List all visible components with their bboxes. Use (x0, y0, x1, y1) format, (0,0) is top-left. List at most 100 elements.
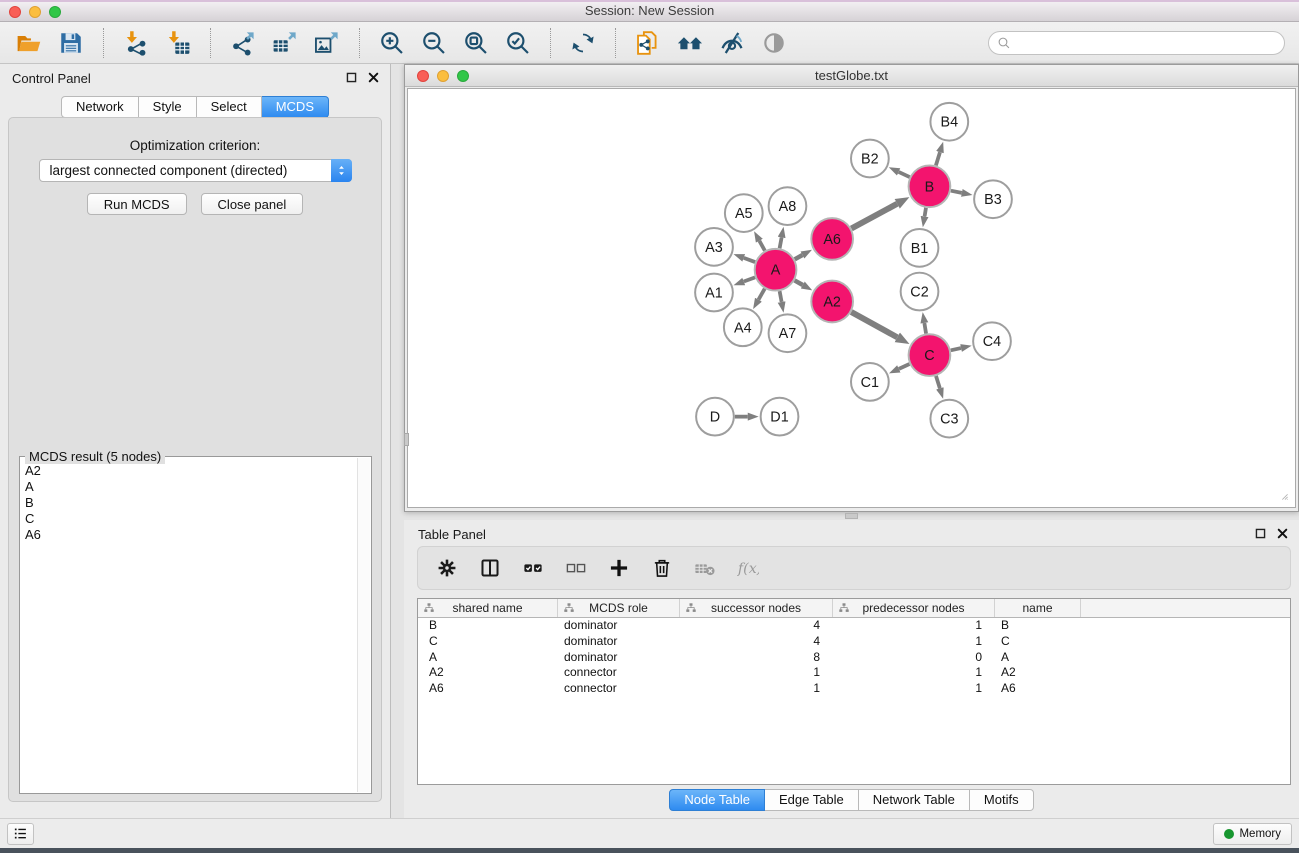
import-table-button[interactable] (159, 26, 197, 60)
mcds-result-item[interactable]: A2 (25, 463, 357, 479)
table-cell[interactable]: A2 (418, 665, 558, 681)
column-header-shared-name[interactable]: shared name (418, 599, 558, 617)
minimize-network-window-button[interactable] (437, 70, 449, 82)
graph-edge-B-B4[interactable] (936, 152, 940, 165)
table-cell[interactable]: connector (558, 665, 680, 681)
zoom-in-button[interactable] (373, 26, 411, 60)
graph-edge-C-C4[interactable] (951, 348, 961, 350)
graph-node-A6[interactable]: A6 (811, 218, 853, 260)
graph-edge-A-A7[interactable] (780, 291, 782, 302)
network-graph[interactable]: B4 B2 B B3 A5 A8 A6 B1 A3 A C2 A1 A2 (408, 89, 1295, 507)
column-header-predecessor-nodes[interactable]: predecessor nodes (833, 599, 995, 617)
graph-node-C[interactable]: C (909, 334, 951, 376)
graph-edge-A-A2[interactable] (795, 280, 803, 285)
table-cell[interactable]: A (995, 650, 1081, 666)
network-canvas[interactable]: B4 B2 B B3 A5 A8 A6 B1 A3 A C2 A1 A2 (407, 88, 1296, 508)
table-cell[interactable]: 4 (680, 618, 833, 634)
delete-button[interactable] (647, 553, 677, 583)
table-cell[interactable]: B (418, 618, 558, 634)
close-network-window-button[interactable] (417, 70, 429, 82)
mcds-result-item[interactable]: A6 (25, 527, 357, 543)
tab-select[interactable]: Select (197, 96, 262, 118)
table-cell[interactable]: 1 (833, 681, 995, 697)
graph-node-A[interactable]: A (755, 249, 797, 291)
home-button[interactable] (671, 26, 709, 60)
table-row[interactable]: A6connector11A6 (418, 681, 1290, 697)
table-settings-button[interactable] (432, 553, 462, 583)
graph-edge-B-B2[interactable] (899, 172, 910, 177)
graph-edge-A-A5[interactable] (759, 241, 764, 251)
resize-grip-icon[interactable] (1280, 492, 1294, 506)
graph-node-A8[interactable]: A8 (769, 187, 807, 225)
table-cell[interactable]: dominator (558, 650, 680, 666)
search-input[interactable] (988, 31, 1285, 55)
zoom-out-button[interactable] (415, 26, 453, 60)
result-scrollbar[interactable] (357, 458, 370, 792)
zoom-network-window-button[interactable] (457, 70, 469, 82)
table-cell[interactable]: A6 (995, 681, 1081, 697)
refresh-view-button[interactable] (564, 26, 602, 60)
show-graphics-button[interactable] (755, 26, 793, 60)
zoom-window-button[interactable] (49, 6, 61, 18)
table-cell[interactable]: connector (558, 681, 680, 697)
graph-node-A3[interactable]: A3 (695, 228, 733, 266)
graph-edge-A-A4[interactable] (758, 289, 764, 300)
export-image-button[interactable] (308, 26, 346, 60)
graph-edge-A2-C[interactable] (851, 312, 897, 337)
tab-motifs[interactable]: Motifs (970, 789, 1034, 811)
table-cell[interactable]: dominator (558, 618, 680, 634)
float-panel-icon[interactable] (345, 71, 358, 84)
graph-node-B2[interactable]: B2 (851, 140, 889, 178)
graph-edge-A6-B[interactable] (851, 204, 897, 229)
graph-node-B[interactable]: B (909, 165, 951, 207)
table-cell[interactable]: C (995, 634, 1081, 650)
graph-node-C3[interactable]: C3 (930, 400, 968, 438)
mcds-result-item[interactable]: B (25, 495, 357, 511)
optimization-criterion-select[interactable]: largest connected component (directed) (39, 159, 352, 182)
column-header-mcds-role[interactable]: MCDS role (558, 599, 680, 617)
table-mode-button[interactable] (475, 553, 505, 583)
tab-style[interactable]: Style (139, 96, 197, 118)
tab-network[interactable]: Network (61, 96, 139, 118)
graph-edge-A-A3[interactable] (744, 258, 755, 262)
select-all-button[interactable] (518, 553, 548, 583)
table-row[interactable]: A2connector11A2 (418, 665, 1290, 681)
table-cell[interactable]: A6 (418, 681, 558, 697)
close-window-button[interactable] (9, 6, 21, 18)
table-cell[interactable]: B (995, 618, 1081, 634)
export-network-button[interactable] (224, 26, 262, 60)
tab-network-table[interactable]: Network Table (859, 789, 970, 811)
vizmapper-button[interactable] (713, 26, 751, 60)
table-row[interactable]: Bdominator41B (418, 618, 1290, 634)
horizontal-scrollbar-thumb[interactable] (845, 513, 858, 519)
clone-network-button[interactable] (629, 26, 667, 60)
table-cell[interactable]: A2 (995, 665, 1081, 681)
graph-edge-B-B1[interactable] (925, 208, 926, 217)
table-cell[interactable]: 1 (833, 665, 995, 681)
tab-mcds[interactable]: MCDS (262, 96, 329, 118)
task-history-button[interactable] (7, 823, 34, 845)
graph-node-C2[interactable]: C2 (901, 273, 939, 311)
graph-node-A7[interactable]: A7 (769, 314, 807, 352)
save-session-button[interactable] (52, 26, 90, 60)
table-cell[interactable]: C (418, 634, 558, 650)
graph-node-B1[interactable]: B1 (901, 229, 939, 267)
graph-node-A5[interactable]: A5 (725, 194, 763, 232)
table-cell[interactable]: dominator (558, 634, 680, 650)
mcds-result-item[interactable]: C (25, 511, 357, 527)
graph-node-A4[interactable]: A4 (724, 308, 762, 346)
table-cell[interactable]: 0 (833, 650, 995, 666)
table-cell[interactable]: A (418, 650, 558, 666)
graph-edge-A-A8[interactable] (780, 237, 782, 248)
graph-edge-C-C2[interactable] (924, 323, 926, 334)
graph-edge-C-C3[interactable] (936, 376, 940, 388)
graph-node-C1[interactable]: C1 (851, 363, 889, 401)
graph-node-B4[interactable]: B4 (930, 103, 968, 141)
minimize-window-button[interactable] (29, 6, 41, 18)
graph-edge-C-C1[interactable] (899, 364, 910, 369)
graph-node-D1[interactable]: D1 (761, 398, 799, 436)
graph-node-B3[interactable]: B3 (974, 180, 1012, 218)
graph-node-A2[interactable]: A2 (811, 281, 853, 323)
graph-edge-A-A1[interactable] (744, 277, 755, 281)
run-mcds-button[interactable]: Run MCDS (87, 193, 187, 215)
